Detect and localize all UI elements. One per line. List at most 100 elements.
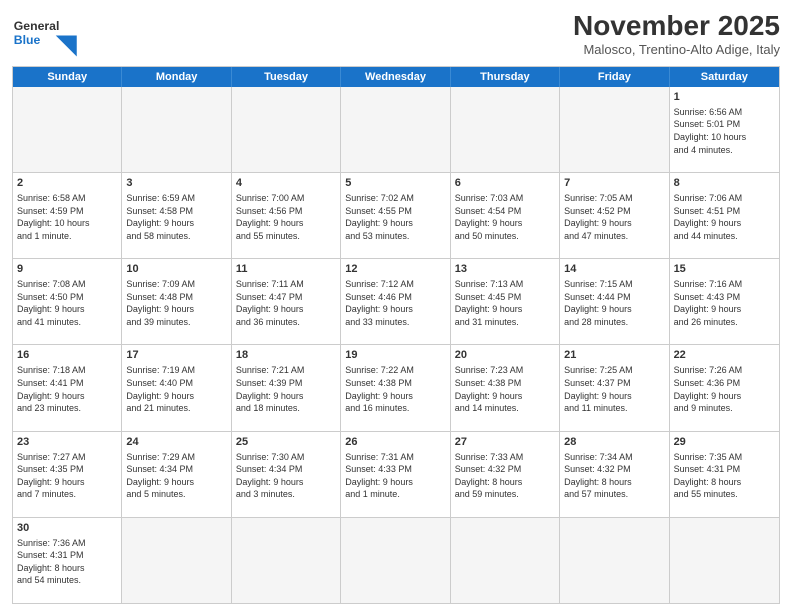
cell-sun-info: Sunrise: 7:30 AM Sunset: 4:34 PM Dayligh… bbox=[236, 451, 336, 501]
calendar-cell-4: 4Sunrise: 7:00 AM Sunset: 4:56 PM Daylig… bbox=[232, 173, 341, 259]
day-header-monday: Monday bbox=[122, 67, 231, 87]
calendar-cell-24: 24Sunrise: 7:29 AM Sunset: 4:34 PM Dayli… bbox=[122, 432, 231, 518]
title-area: November 2025 Malosco, Trentino-Alto Adi… bbox=[573, 10, 780, 57]
calendar-cell-8: 8Sunrise: 7:06 AM Sunset: 4:51 PM Daylig… bbox=[670, 173, 779, 259]
day-number: 21 bbox=[564, 348, 664, 363]
day-number: 2 bbox=[17, 176, 117, 191]
day-number: 18 bbox=[236, 348, 336, 363]
calendar-cell-empty-3 bbox=[341, 87, 450, 173]
calendar-cell-26: 26Sunrise: 7:31 AM Sunset: 4:33 PM Dayli… bbox=[341, 432, 450, 518]
cell-sun-info: Sunrise: 7:34 AM Sunset: 4:32 PM Dayligh… bbox=[564, 451, 664, 501]
svg-text:General: General bbox=[14, 19, 60, 33]
header: General Blue November 2025 Malosco, Tren… bbox=[12, 10, 780, 60]
calendar-cell-22: 22Sunrise: 7:26 AM Sunset: 4:36 PM Dayli… bbox=[670, 345, 779, 431]
calendar-cell-18: 18Sunrise: 7:21 AM Sunset: 4:39 PM Dayli… bbox=[232, 345, 341, 431]
day-number: 13 bbox=[455, 262, 555, 277]
day-header-sunday: Sunday bbox=[13, 67, 122, 87]
calendar-cell-21: 21Sunrise: 7:25 AM Sunset: 4:37 PM Dayli… bbox=[560, 345, 669, 431]
day-header-thursday: Thursday bbox=[451, 67, 560, 87]
cell-sun-info: Sunrise: 7:02 AM Sunset: 4:55 PM Dayligh… bbox=[345, 192, 445, 242]
calendar-cell-11: 11Sunrise: 7:11 AM Sunset: 4:47 PM Dayli… bbox=[232, 259, 341, 345]
day-number: 8 bbox=[674, 176, 775, 191]
cell-sun-info: Sunrise: 7:21 AM Sunset: 4:39 PM Dayligh… bbox=[236, 364, 336, 414]
logo-area: General Blue bbox=[12, 10, 82, 60]
calendar-cell-2: 2Sunrise: 6:58 AM Sunset: 4:59 PM Daylig… bbox=[13, 173, 122, 259]
calendar-cell-3: 3Sunrise: 6:59 AM Sunset: 4:58 PM Daylig… bbox=[122, 173, 231, 259]
calendar-cell-empty-40 bbox=[560, 518, 669, 603]
calendar-cell-25: 25Sunrise: 7:30 AM Sunset: 4:34 PM Dayli… bbox=[232, 432, 341, 518]
cell-sun-info: Sunrise: 7:22 AM Sunset: 4:38 PM Dayligh… bbox=[345, 364, 445, 414]
calendar-cell-19: 19Sunrise: 7:22 AM Sunset: 4:38 PM Dayli… bbox=[341, 345, 450, 431]
calendar-cell-5: 5Sunrise: 7:02 AM Sunset: 4:55 PM Daylig… bbox=[341, 173, 450, 259]
calendar-cell-20: 20Sunrise: 7:23 AM Sunset: 4:38 PM Dayli… bbox=[451, 345, 560, 431]
cell-sun-info: Sunrise: 7:06 AM Sunset: 4:51 PM Dayligh… bbox=[674, 192, 775, 242]
cell-sun-info: Sunrise: 7:18 AM Sunset: 4:41 PM Dayligh… bbox=[17, 364, 117, 414]
calendar-body: 1Sunrise: 6:56 AM Sunset: 5:01 PM Daylig… bbox=[13, 87, 779, 603]
calendar-cell-16: 16Sunrise: 7:18 AM Sunset: 4:41 PM Dayli… bbox=[13, 345, 122, 431]
cell-sun-info: Sunrise: 7:00 AM Sunset: 4:56 PM Dayligh… bbox=[236, 192, 336, 242]
calendar-cell-15: 15Sunrise: 7:16 AM Sunset: 4:43 PM Dayli… bbox=[670, 259, 779, 345]
cell-sun-info: Sunrise: 7:08 AM Sunset: 4:50 PM Dayligh… bbox=[17, 278, 117, 328]
calendar-cell-empty-4 bbox=[451, 87, 560, 173]
calendar-cell-empty-39 bbox=[451, 518, 560, 603]
cell-sun-info: Sunrise: 7:16 AM Sunset: 4:43 PM Dayligh… bbox=[674, 278, 775, 328]
calendar-cell-6: 6Sunrise: 7:03 AM Sunset: 4:54 PM Daylig… bbox=[451, 173, 560, 259]
calendar-cell-13: 13Sunrise: 7:13 AM Sunset: 4:45 PM Dayli… bbox=[451, 259, 560, 345]
calendar-cell-17: 17Sunrise: 7:19 AM Sunset: 4:40 PM Dayli… bbox=[122, 345, 231, 431]
cell-sun-info: Sunrise: 7:31 AM Sunset: 4:33 PM Dayligh… bbox=[345, 451, 445, 501]
cell-sun-info: Sunrise: 7:15 AM Sunset: 4:44 PM Dayligh… bbox=[564, 278, 664, 328]
cell-sun-info: Sunrise: 7:36 AM Sunset: 4:31 PM Dayligh… bbox=[17, 537, 117, 587]
calendar-cell-empty-36 bbox=[122, 518, 231, 603]
location-subtitle: Malosco, Trentino-Alto Adige, Italy bbox=[573, 42, 780, 57]
calendar-cell-empty-5 bbox=[560, 87, 669, 173]
day-number: 17 bbox=[126, 348, 226, 363]
day-number: 14 bbox=[564, 262, 664, 277]
day-header-friday: Friday bbox=[560, 67, 669, 87]
calendar-cell-12: 12Sunrise: 7:12 AM Sunset: 4:46 PM Dayli… bbox=[341, 259, 450, 345]
day-number: 26 bbox=[345, 435, 445, 450]
day-number: 6 bbox=[455, 176, 555, 191]
calendar-cell-14: 14Sunrise: 7:15 AM Sunset: 4:44 PM Dayli… bbox=[560, 259, 669, 345]
day-header-wednesday: Wednesday bbox=[341, 67, 450, 87]
calendar-cell-28: 28Sunrise: 7:34 AM Sunset: 4:32 PM Dayli… bbox=[560, 432, 669, 518]
cell-sun-info: Sunrise: 7:03 AM Sunset: 4:54 PM Dayligh… bbox=[455, 192, 555, 242]
day-number: 1 bbox=[674, 90, 775, 105]
cell-sun-info: Sunrise: 7:25 AM Sunset: 4:37 PM Dayligh… bbox=[564, 364, 664, 414]
generalblue-logo: General Blue bbox=[12, 10, 82, 60]
calendar-cell-empty-41 bbox=[670, 518, 779, 603]
day-number: 28 bbox=[564, 435, 664, 450]
cell-sun-info: Sunrise: 6:58 AM Sunset: 4:59 PM Dayligh… bbox=[17, 192, 117, 242]
cell-sun-info: Sunrise: 7:05 AM Sunset: 4:52 PM Dayligh… bbox=[564, 192, 664, 242]
calendar-cell-empty-38 bbox=[341, 518, 450, 603]
day-number: 19 bbox=[345, 348, 445, 363]
day-number: 15 bbox=[674, 262, 775, 277]
cell-sun-info: Sunrise: 6:56 AM Sunset: 5:01 PM Dayligh… bbox=[674, 106, 775, 156]
cell-sun-info: Sunrise: 7:09 AM Sunset: 4:48 PM Dayligh… bbox=[126, 278, 226, 328]
day-number: 23 bbox=[17, 435, 117, 450]
cell-sun-info: Sunrise: 6:59 AM Sunset: 4:58 PM Dayligh… bbox=[126, 192, 226, 242]
day-number: 29 bbox=[674, 435, 775, 450]
calendar: SundayMondayTuesdayWednesdayThursdayFrid… bbox=[12, 66, 780, 604]
calendar-cell-29: 29Sunrise: 7:35 AM Sunset: 4:31 PM Dayli… bbox=[670, 432, 779, 518]
day-number: 3 bbox=[126, 176, 226, 191]
svg-text:Blue: Blue bbox=[14, 33, 41, 47]
calendar-cell-7: 7Sunrise: 7:05 AM Sunset: 4:52 PM Daylig… bbox=[560, 173, 669, 259]
cell-sun-info: Sunrise: 7:13 AM Sunset: 4:45 PM Dayligh… bbox=[455, 278, 555, 328]
cell-sun-info: Sunrise: 7:26 AM Sunset: 4:36 PM Dayligh… bbox=[674, 364, 775, 414]
calendar-cell-23: 23Sunrise: 7:27 AM Sunset: 4:35 PM Dayli… bbox=[13, 432, 122, 518]
day-number: 25 bbox=[236, 435, 336, 450]
cell-sun-info: Sunrise: 7:19 AM Sunset: 4:40 PM Dayligh… bbox=[126, 364, 226, 414]
calendar-cell-empty-37 bbox=[232, 518, 341, 603]
cell-sun-info: Sunrise: 7:35 AM Sunset: 4:31 PM Dayligh… bbox=[674, 451, 775, 501]
calendar-cell-30: 30Sunrise: 7:36 AM Sunset: 4:31 PM Dayli… bbox=[13, 518, 122, 603]
month-title: November 2025 bbox=[573, 10, 780, 42]
cell-sun-info: Sunrise: 7:12 AM Sunset: 4:46 PM Dayligh… bbox=[345, 278, 445, 328]
calendar-cell-27: 27Sunrise: 7:33 AM Sunset: 4:32 PM Dayli… bbox=[451, 432, 560, 518]
day-number: 16 bbox=[17, 348, 117, 363]
day-header-tuesday: Tuesday bbox=[232, 67, 341, 87]
day-number: 12 bbox=[345, 262, 445, 277]
cell-sun-info: Sunrise: 7:11 AM Sunset: 4:47 PM Dayligh… bbox=[236, 278, 336, 328]
cell-sun-info: Sunrise: 7:33 AM Sunset: 4:32 PM Dayligh… bbox=[455, 451, 555, 501]
day-number: 24 bbox=[126, 435, 226, 450]
calendar-cell-9: 9Sunrise: 7:08 AM Sunset: 4:50 PM Daylig… bbox=[13, 259, 122, 345]
